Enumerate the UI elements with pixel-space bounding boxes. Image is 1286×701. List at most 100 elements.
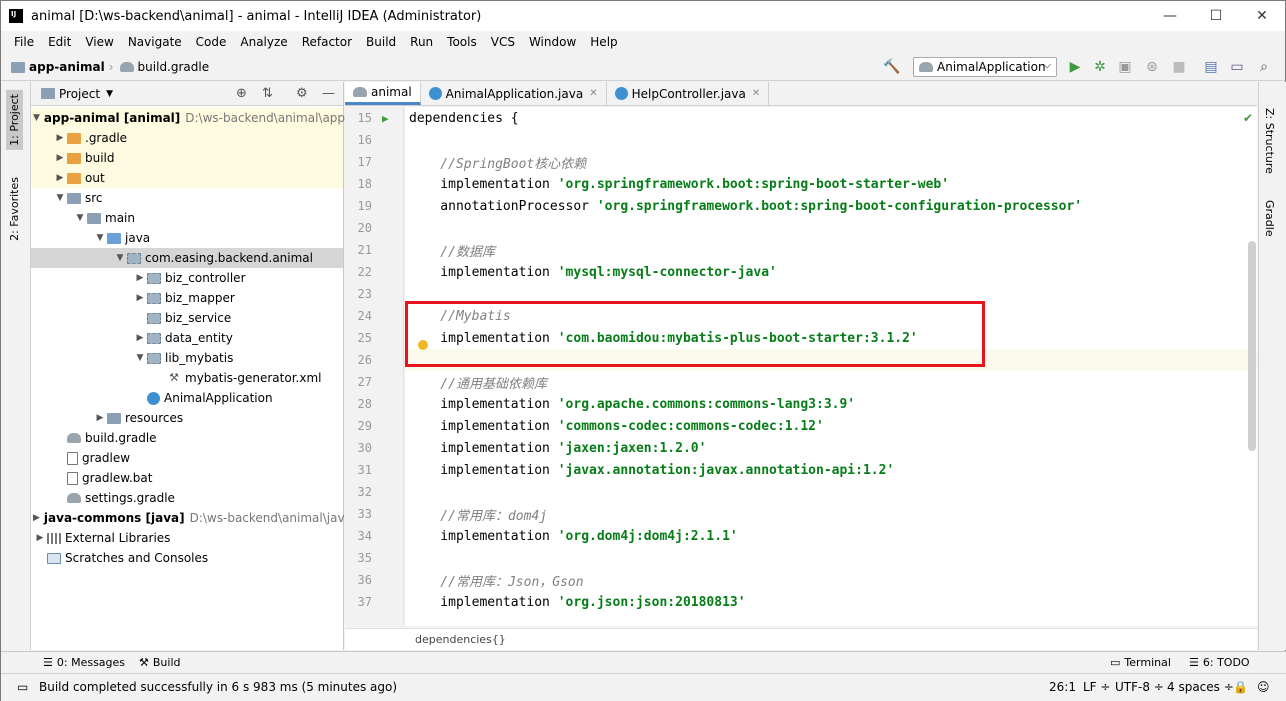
code-line[interactable]: dependencies { [405,107,1257,129]
breadcrumb-project[interactable]: app-animal [11,60,105,74]
menu-code[interactable]: Code [189,35,234,49]
tree-item[interactable]: Scratches and Consoles [31,548,343,568]
inspection-ok-icon[interactable]: ✔ [1243,111,1253,125]
search-icon[interactable]: ⌕ [1256,59,1272,75]
tree-item[interactable]: AnimalApplication [31,388,343,408]
expand-arrow-icon[interactable]: ▼ [33,113,40,123]
expand-arrow-icon[interactable]: ▼ [133,353,147,363]
tree-item[interactable]: ▶ build [31,148,343,168]
run-gutter-icon[interactable]: ▶ [382,112,389,125]
tree-item[interactable]: ▶ out [31,168,343,188]
tree-item[interactable]: ▼ main [31,208,343,228]
profile-icon[interactable]: ⊛ [1144,59,1160,75]
code-line[interactable] [405,349,1257,371]
collapse-arrow-icon[interactable]: ▶ [33,513,40,523]
expand-arrow-icon[interactable]: ▼ [113,253,127,263]
collapse-arrow-icon[interactable]: ▶ [133,273,147,283]
code-line[interactable]: //Mybatis [405,305,1257,327]
close-button[interactable]: ✕ [1239,1,1285,31]
code-line[interactable]: //通用基础依赖库 [405,371,1257,393]
tree-item[interactable]: ▼ java [31,228,343,248]
run-configuration-select[interactable]: AnimalApplication ⌵ [913,57,1057,77]
build-tool-button[interactable]: ⚒ Build [139,656,181,669]
editor-scrollbar[interactable] [1248,241,1256,451]
chevron-down-icon[interactable]: ▼ [106,89,113,99]
status-toggle-icon[interactable]: ▭ [17,680,28,694]
code-line[interactable] [405,129,1257,151]
collapse-all-icon[interactable]: ⇅ [262,86,273,101]
gear-icon[interactable]: ⚙ [296,86,308,101]
indent-setting[interactable]: 4 spaces ÷ [1167,680,1234,694]
code-line[interactable]: implementation 'org.apache.commons:commo… [405,393,1257,415]
structure-tool-tab[interactable]: Z: Structure [1263,108,1276,174]
tree-item[interactable]: ▶ data_entity [31,328,343,348]
tree-item[interactable]: ▶ biz_controller [31,268,343,288]
coverage-icon[interactable]: ▣ [1117,59,1133,75]
collapse-arrow-icon[interactable]: ▶ [53,173,67,183]
hide-icon[interactable]: — [322,86,335,101]
status-message[interactable]: Build completed successfully in 6 s 983 … [39,680,397,694]
minimize-button[interactable]: — [1147,1,1193,31]
menu-analyze[interactable]: Analyze [233,35,294,49]
locate-icon[interactable]: ⊕ [236,86,247,101]
code-line[interactable] [405,481,1257,503]
todo-tool-button[interactable]: ☰ 6: TODO [1189,656,1250,669]
code-line[interactable]: implementation 'org.springframework.boot… [405,173,1257,195]
code-line[interactable] [405,283,1257,305]
menu-window[interactable]: Window [522,35,583,49]
project-panel-title[interactable]: Project [59,87,100,101]
close-tab-icon[interactable]: ✕ [589,88,597,99]
tree-item[interactable]: ▶ .gradle [31,128,343,148]
tree-item[interactable]: ▼ app-animal [animal] D:\ws-backend\animal… [31,108,364,128]
presentation-icon[interactable]: ▭ [1229,59,1245,75]
inspector-icon[interactable]: ☺ [1257,680,1270,694]
tree-item[interactable]: ▶ resources [31,408,343,428]
terminal-tool-button[interactable]: ▭ Terminal [1110,656,1171,669]
expand-arrow-icon[interactable]: ▼ [53,193,67,203]
tree-item[interactable]: ▼ src [31,188,343,208]
tree-item[interactable]: ▼ lib_mybatis [31,348,343,368]
code-line[interactable] [405,217,1257,239]
code-line[interactable]: implementation 'com.baomidou:mybatis-plu… [405,327,1257,349]
tree-item[interactable]: settings.gradle [31,488,343,508]
collapse-arrow-icon[interactable]: ▶ [53,153,67,163]
menu-tools[interactable]: Tools [440,35,484,49]
expand-arrow-icon[interactable]: ▼ [93,233,107,243]
tree-item[interactable]: ▶ biz_mapper [31,288,343,308]
line-separator[interactable]: LF ÷ [1083,680,1110,694]
code-breadcrumb[interactable]: dependencies{} [415,633,506,646]
gradle-tool-tab[interactable]: Gradle [1263,200,1276,237]
tree-item[interactable]: biz_service [31,308,343,328]
menu-navigate[interactable]: Navigate [121,35,189,49]
messages-tool-button[interactable]: ☰ 0: Messages [43,656,125,669]
project-structure-icon[interactable]: ▤ [1203,59,1219,75]
collapse-arrow-icon[interactable]: ▶ [33,533,47,543]
collapse-arrow-icon[interactable]: ▶ [133,293,147,303]
code-line[interactable]: implementation 'org.json:json:20180813' [405,591,1257,613]
tree-item[interactable]: ▶ External Libraries [31,528,343,548]
intention-bulb-icon[interactable] [418,340,428,350]
code-line[interactable]: //数据库 [405,239,1257,261]
menu-build[interactable]: Build [359,35,403,49]
code-line[interactable]: implementation 'jaxen:jaxen:1.2.0' [405,437,1257,459]
code-line[interactable]: //常用库：dom4j [405,503,1257,525]
code-line[interactable]: implementation 'javax.annotation:javax.a… [405,459,1257,481]
code-line[interactable]: implementation 'mysql:mysql-connector-ja… [405,261,1257,283]
code-line[interactable]: //常用库：Json，Gson [405,569,1257,591]
expand-arrow-icon[interactable]: ▼ [73,213,87,223]
caret-position[interactable]: 26:1 [1049,680,1076,694]
menu-help[interactable]: Help [583,35,624,49]
tree-item[interactable]: ⚒ mybatis-generator.xml [31,368,343,388]
file-encoding[interactable]: UTF-8 ÷ [1115,680,1164,694]
editor-tab[interactable]: HelpController.java ✕ [607,82,770,105]
close-tab-icon[interactable]: ✕ [752,88,760,99]
tree-item[interactable]: build.gradle [31,428,343,448]
menu-run[interactable]: Run [403,35,440,49]
tree-item[interactable]: gradlew [31,448,343,468]
collapse-arrow-icon[interactable]: ▶ [93,413,107,423]
maximize-button[interactable]: ☐ [1193,1,1239,31]
menu-refactor[interactable]: Refactor [295,35,359,49]
menu-file[interactable]: File [7,35,41,49]
tree-item[interactable]: ▶ java-commons [java] D:\ws-backend\animal… [31,508,363,528]
stop-icon[interactable]: ■ [1171,59,1187,75]
